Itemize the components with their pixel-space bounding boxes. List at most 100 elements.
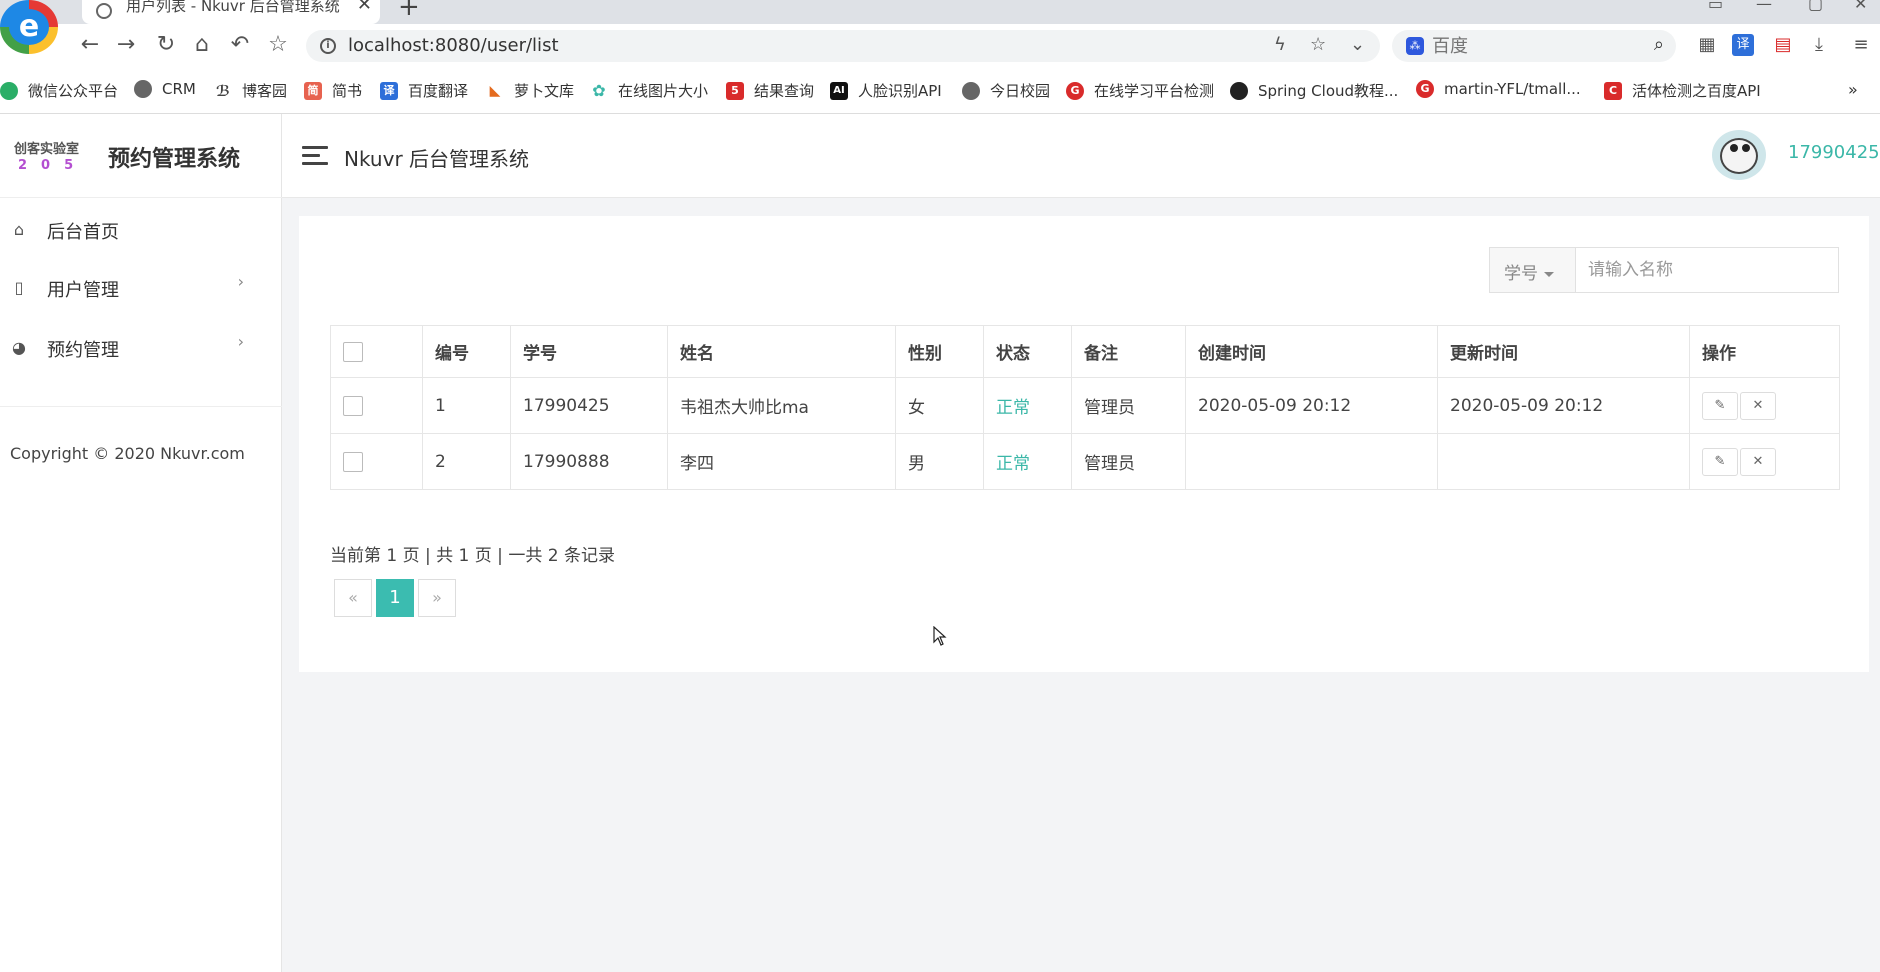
caret-down-icon: [1544, 271, 1554, 277]
column-header[interactable]: 创建时间: [1185, 325, 1438, 378]
reload-icon[interactable]: ↻: [152, 32, 180, 57]
bookmark-item[interactable]: Gmartin-YFL/tmall...: [1416, 80, 1581, 98]
field-select[interactable]: 学号: [1490, 248, 1576, 292]
sidebar: 创客实验室 205 预约管理系统 ⌂ 后台首页 ▯ 用户管理 › ◕ 预约管理 …: [0, 114, 282, 972]
chevron-right-icon: ›: [237, 332, 244, 351]
chevron-down-icon[interactable]: ⌄: [1350, 34, 1365, 55]
menu-toggle-icon[interactable]: [302, 146, 328, 166]
column-header[interactable]: 备注: [1071, 325, 1186, 378]
sidebar-item-appointments[interactable]: ◕ 预约管理 ›: [0, 320, 282, 376]
row-checkbox[interactable]: [343, 395, 363, 416]
palette-icon: ◕: [12, 338, 26, 357]
home-icon: ⌂: [13, 220, 25, 239]
edit-button[interactable]: ✎: [1702, 447, 1738, 476]
bookmark-item[interactable]: 5 结果查询: [726, 80, 814, 101]
back-icon[interactable]: ←: [76, 32, 104, 57]
cell-gender: 女: [895, 377, 984, 434]
home-icon[interactable]: ⌂: [188, 32, 216, 57]
g-icon: G: [1416, 80, 1434, 98]
more-bookmarks-icon[interactable]: »: [1848, 80, 1858, 99]
next-page-button[interactable]: »: [418, 579, 456, 617]
gear-icon: ✿: [592, 80, 606, 100]
lightning-icon[interactable]: ϟ: [1274, 34, 1286, 55]
bookmark-item[interactable]: ℬ 博客园: [214, 80, 287, 101]
search-icon[interactable]: ⌕: [1654, 34, 1664, 55]
url-bar[interactable]: i localhost:8080/user/list ϟ ☆ ⌄: [306, 30, 1380, 62]
bookmark-item[interactable]: CRM: [134, 80, 196, 98]
column-header[interactable]: 性别: [895, 325, 984, 378]
name-search-input[interactable]: [1588, 258, 1828, 282]
brand: 创客实验室 205 预约管理系统: [0, 114, 282, 198]
maximize-icon[interactable]: ▢: [1808, 0, 1823, 13]
pdf-icon[interactable]: ▤: [1772, 34, 1794, 56]
bookmark-item[interactable]: Spring Cloud教程...: [1230, 80, 1398, 101]
cell-name: 韦祖杰大帅比ma: [667, 377, 896, 434]
new-tab-icon[interactable]: +: [398, 0, 420, 22]
edit-button[interactable]: ✎: [1702, 391, 1738, 420]
search-input[interactable]: [1432, 34, 1612, 58]
star-icon[interactable]: ☆: [1310, 34, 1326, 55]
pagination: « 1 »: [334, 579, 460, 617]
sidebar-item-home[interactable]: ⌂ 后台首页: [0, 202, 282, 258]
github-icon: [1230, 81, 1248, 100]
minimize-icon[interactable]: —: [1756, 0, 1772, 13]
sidebar-item-users[interactable]: ▯ 用户管理 ›: [0, 260, 282, 316]
cell-updated: [1437, 433, 1690, 490]
undo-icon[interactable]: ↶: [226, 32, 254, 57]
bookmark-item[interactable]: G 在线学习平台检测: [1066, 80, 1214, 101]
ai-icon: AI: [830, 81, 848, 100]
search-bar[interactable]: ⁂ ⌕: [1392, 30, 1676, 62]
baidu-paw-icon: ⁂: [1406, 37, 1424, 55]
carrot-icon: ◣: [489, 82, 501, 99]
bookmark-item[interactable]: AI 人脸识别API: [830, 80, 942, 101]
download-icon[interactable]: ⤓: [1808, 34, 1830, 56]
sidebar-item-label: 预约管理: [47, 340, 119, 361]
avatar[interactable]: [1712, 130, 1766, 180]
url-text[interactable]: localhost:8080/user/list: [348, 35, 559, 56]
tab-close-icon[interactable]: ✕: [357, 0, 372, 15]
info-icon[interactable]: i: [320, 38, 336, 54]
column-header[interactable]: 状态: [983, 325, 1072, 378]
username-link[interactable]: 17990425: [1788, 142, 1880, 163]
close-window-icon[interactable]: ✕: [1854, 0, 1867, 13]
column-header[interactable]: 姓名: [667, 325, 896, 378]
column-header[interactable]: 学号: [510, 325, 668, 378]
prev-page-button[interactable]: «: [334, 579, 372, 617]
bookmark-star-icon[interactable]: ☆: [264, 32, 292, 57]
browser-tab[interactable]: 用户列表 - Nkuvr 后台管理系统 ✕: [82, 0, 380, 24]
status-badge: 正常: [983, 377, 1072, 434]
bookmark-item[interactable]: 译百度翻译: [380, 80, 468, 101]
forward-icon[interactable]: →: [112, 32, 140, 57]
translate-icon[interactable]: 译: [1732, 34, 1754, 56]
bookmark-item[interactable]: ✿ 在线图片大小: [590, 80, 708, 101]
copyright: Copyright © 2020 Nkuvr.com: [10, 444, 245, 463]
column-header: 操作: [1689, 325, 1840, 378]
mouse-cursor-icon: [933, 626, 947, 646]
globe-icon: [134, 80, 152, 98]
page-button-1[interactable]: 1: [376, 579, 414, 617]
cell-remark: 管理员: [1071, 433, 1186, 490]
brand-logo: 创客实验室 205: [14, 142, 88, 173]
select-all-cell: [330, 325, 423, 378]
row-checkbox[interactable]: [343, 451, 363, 472]
bookmark-item[interactable]: 微信公众平台: [0, 80, 118, 101]
cell-student-no: 17990425: [510, 377, 668, 434]
column-header[interactable]: 更新时间: [1437, 325, 1690, 378]
bookmark-item[interactable]: C 活体检测之百度API: [1604, 80, 1761, 101]
column-header[interactable]: 编号: [422, 325, 511, 378]
close-icon: ✕: [1752, 397, 1764, 413]
brand-name: 预约管理系统: [108, 147, 241, 172]
window-menu-icon[interactable]: ▭: [1708, 0, 1723, 13]
bookmark-item[interactable]: 简简书: [304, 80, 362, 101]
delete-button[interactable]: ✕: [1740, 447, 1776, 476]
qr-code-icon[interactable]: ▦: [1696, 34, 1718, 56]
delete-button[interactable]: ✕: [1740, 391, 1776, 420]
bookmark-item[interactable]: 今日校园: [962, 80, 1050, 101]
bookmark-item[interactable]: ◣ 萝卜文库: [486, 80, 574, 101]
five-icon: 5: [726, 81, 744, 100]
sidebar-item-label: 用户管理: [47, 280, 119, 301]
file-icon: ▯: [14, 278, 24, 297]
select-all-checkbox[interactable]: [343, 341, 363, 362]
menu-icon[interactable]: ≡: [1850, 34, 1872, 56]
user-list-panel: 学号 编号 学号 姓名 性别 状态 备注 创建时间 更新时间 操作 1 1799…: [299, 216, 1869, 672]
